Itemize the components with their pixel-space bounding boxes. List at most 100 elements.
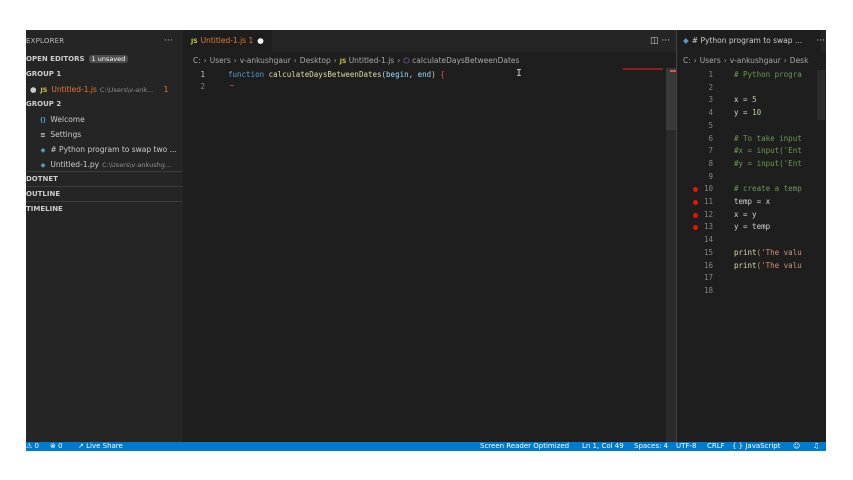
open-editor-welcome[interactable]: ⟨⟩ Welcome	[26, 112, 195, 127]
scrollbar-thumb[interactable]	[666, 68, 676, 130]
outline-section[interactable]: OUTLINE	[26, 186, 183, 202]
line-number: 14	[703, 235, 713, 245]
code-line[interactable]: print('The valu	[734, 248, 824, 257]
language-mode[interactable]: { } JavaScript	[732, 442, 780, 451]
file-path: C:\Users\v-ank...	[99, 86, 154, 94]
line-number: 2	[708, 82, 713, 92]
breadcrumb-file[interactable]: Untitled-1.js	[349, 56, 395, 65]
explorer-title: EXPLORER	[26, 37, 65, 45]
minimap-error-mark	[623, 68, 663, 70]
notifications-bell-icon[interactable]: ♫	[813, 442, 819, 451]
breadcrumb-user[interactable]: v-ankushgaur	[240, 56, 291, 65]
line-ending[interactable]: CRLF	[707, 442, 725, 451]
vertical-scrollbar[interactable]	[666, 68, 676, 442]
code-line[interactable]: x = 5	[734, 95, 824, 104]
code-line[interactable]: y = 10	[734, 108, 824, 117]
file-name: # Python program to swap two ...	[50, 145, 177, 154]
line-number: 3	[708, 95, 713, 105]
breadcrumb: C: › Users › v-ankushgaur › Desk	[683, 56, 809, 65]
explorer-sidebar: EXPLORER ··· OPEN EDITORS 1 unsaved GROUP…	[26, 30, 183, 442]
breadcrumb-symbol[interactable]: calculateDaysBetweenDates	[412, 56, 519, 65]
line-number: 6	[708, 133, 713, 143]
problem-count: 1	[163, 85, 169, 94]
breadcrumb-desktop[interactable]: Desktop	[300, 56, 331, 65]
problems-indicator[interactable]: ⚠ 0	[26, 442, 39, 451]
code-line[interactable]: temp = x	[734, 197, 824, 206]
line-number: 1	[200, 70, 205, 79]
open-editors-section[interactable]: OPEN EDITORS 1 unsaved	[26, 52, 183, 67]
breadcrumb-user[interactable]: v-ankushgaur	[730, 56, 781, 65]
code-line[interactable]: # Python progra	[734, 70, 824, 79]
explorer-header: EXPLORER ···	[26, 30, 183, 52]
breadcrumb-drive[interactable]: C:	[683, 56, 691, 65]
line-number: 9	[708, 171, 713, 181]
group1-header[interactable]: GROUP 1	[26, 67, 183, 82]
minimap[interactable]	[817, 70, 825, 120]
python-file-icon: ◆	[683, 36, 689, 45]
line-number: 8	[708, 158, 713, 168]
error-squiggle: ~	[229, 82, 235, 90]
group2-header[interactable]: GROUP 2	[26, 97, 183, 112]
line-number: 11	[703, 197, 713, 206]
breadcrumb-desktop[interactable]: Desk	[790, 56, 809, 65]
tab-bar: JS Untitled-1.js 1 ● ◫ ···	[183, 30, 676, 52]
line-number: 16	[703, 260, 713, 270]
status-bar: ⚠ 0 ⊗ 0 ↗ Live Share Screen Reader Optim…	[26, 442, 826, 451]
errors-indicator[interactable]: ⊗ 0	[50, 442, 63, 451]
feedback-icon[interactable]: ☺	[793, 442, 800, 451]
cursor-position[interactable]: Ln 1, Col 49	[582, 442, 624, 451]
line-number: 17	[703, 273, 713, 283]
code-line[interactable]: x = y	[734, 210, 824, 219]
tab-untitled-js[interactable]: JS Untitled-1.js 1 ●	[183, 30, 272, 52]
js-file-icon: JS	[40, 86, 48, 94]
tab-label: Untitled-1.js 1	[200, 36, 254, 45]
code-line[interactable]: # To take input	[734, 134, 824, 143]
split-editor-icon[interactable]: ◫ ···	[650, 30, 670, 52]
live-share-icon: ↗	[78, 442, 84, 450]
unsaved-dot-icon[interactable]: ●	[257, 36, 264, 45]
code-line[interactable]: #y = input('Ent	[734, 159, 824, 168]
text-cursor-icon: I	[516, 68, 523, 79]
code-line[interactable]: # create a temp	[734, 184, 824, 193]
line-number: 10	[703, 184, 713, 194]
open-editor-settings[interactable]: ≡ Settings	[26, 127, 195, 142]
line-number: 4	[708, 108, 713, 118]
screen-reader-status[interactable]: Screen Reader Optimized	[480, 442, 569, 451]
open-editor-python-swap[interactable]: ◆ # Python program to swap two ...	[26, 142, 195, 157]
breadcrumb-users[interactable]: Users	[210, 56, 231, 65]
tab-label: # Python program to swap ...	[691, 36, 803, 45]
python-file-icon: ◆	[40, 146, 46, 154]
tab-python-swap[interactable]: ◆ # Python program to swap ...	[677, 30, 821, 52]
more-actions-icon[interactable]: ···	[164, 30, 173, 52]
line-number: 7	[708, 146, 713, 156]
dotnet-section[interactable]: DOTNET	[26, 171, 183, 187]
editor-group-1: JS Untitled-1.js 1 ● ◫ ··· C: › Users › v-anku…	[183, 30, 676, 442]
code-line[interactable]: #x = input('Ent	[734, 146, 824, 155]
file-name: Settings	[50, 130, 82, 139]
open-editor-untitled-py[interactable]: ◆ Untitled-1.py C:\Users\v-ankushg...	[26, 157, 195, 172]
symbol-method-icon: ⬡	[403, 56, 410, 65]
js-file-icon: JS	[191, 38, 198, 45]
line-number: 5	[708, 120, 713, 130]
code-line[interactable]: print('The valu	[734, 261, 824, 270]
live-share-button[interactable]: ↗ Live Share	[78, 442, 123, 451]
breadcrumb: C: › Users › v-ankushgaur › Desktop › JS Untitle…	[193, 56, 520, 65]
breadcrumb-users[interactable]: Users	[700, 56, 721, 65]
code-line[interactable]: y = temp	[734, 222, 824, 231]
line-number: 1	[708, 70, 713, 79]
line-number: 2	[200, 82, 205, 91]
unsaved-dot-icon[interactable]: ●	[30, 85, 37, 94]
more-actions-icon[interactable]: ···	[816, 30, 825, 52]
unsaved-badge: 1 unsaved	[88, 55, 129, 63]
line-number: 13	[703, 222, 713, 232]
timeline-section[interactable]: TIMELINE	[26, 201, 183, 217]
settings-list-icon: ≡	[40, 131, 46, 139]
open-editor-untitled-js[interactable]: ● JS Untitled-1.js C:\Users\v-ank... 1	[26, 82, 187, 97]
vscode-logo-icon: ⟨⟩	[40, 116, 46, 124]
code-line[interactable]: function calculateDaysBetweenDates(begin…	[228, 70, 445, 79]
breadcrumb-drive[interactable]: C:	[193, 56, 201, 65]
indentation[interactable]: Spaces: 4	[634, 442, 668, 451]
python-file-icon: ◆	[40, 161, 46, 169]
file-name: Untitled-1.js	[51, 85, 97, 94]
encoding[interactable]: UTF-8	[676, 442, 696, 451]
